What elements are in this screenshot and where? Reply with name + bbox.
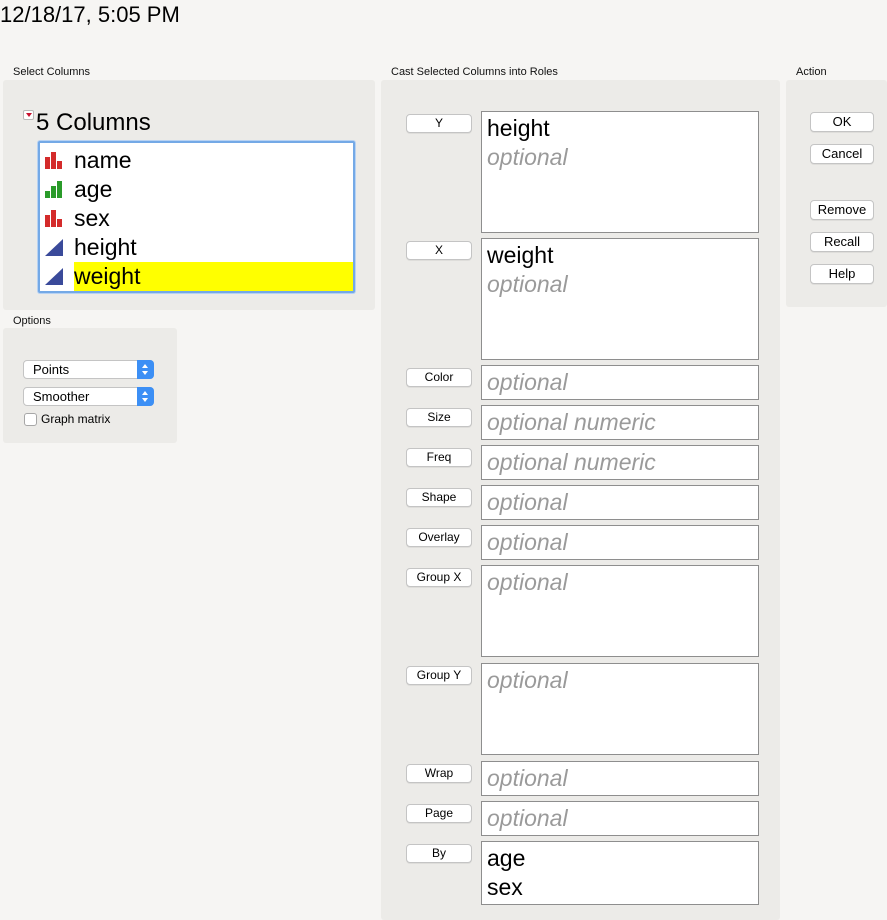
- role-button-page[interactable]: Page: [406, 804, 472, 823]
- role-value: height: [487, 115, 550, 141]
- points-select-value: Points: [33, 362, 70, 377]
- report-timestamp: 12/18/17, 5:05 PM: [0, 2, 180, 27]
- role-value: weight: [487, 242, 554, 268]
- column-name: height: [74, 234, 137, 260]
- role-placeholder: optional: [487, 765, 568, 791]
- role-button-color[interactable]: Color: [406, 368, 472, 387]
- role-button-freq[interactable]: Freq: [406, 448, 472, 467]
- role-box-x[interactable]: weight optional: [481, 238, 759, 360]
- column-name: weight: [74, 263, 141, 289]
- column-name: sex: [74, 205, 110, 231]
- column-item-height[interactable]: height: [40, 233, 353, 262]
- continuous-triangle-icon: [45, 268, 63, 285]
- role-button-x[interactable]: X: [406, 241, 472, 260]
- role-placeholder: optional: [487, 569, 568, 595]
- role-box-overlay[interactable]: optional: [481, 525, 759, 560]
- graph-matrix-label: Graph matrix: [41, 412, 111, 426]
- role-box-color[interactable]: optional: [481, 365, 759, 400]
- role-button-wrap[interactable]: Wrap: [406, 764, 472, 783]
- continuous-triangle-icon: [45, 239, 63, 256]
- role-placeholder: optional: [487, 667, 568, 693]
- role-box-group-y[interactable]: optional: [481, 663, 759, 755]
- role-box-by[interactable]: age sex: [481, 841, 759, 905]
- column-item-age[interactable]: age: [40, 175, 353, 204]
- column-item-name[interactable]: name: [40, 146, 353, 175]
- options-label: Options: [13, 315, 51, 327]
- role-placeholder: optional numeric: [487, 409, 656, 435]
- role-value: sex: [487, 874, 523, 900]
- role-placeholder: optional: [487, 529, 568, 555]
- column-list[interactable]: name age sex height weight: [38, 141, 355, 293]
- role-placeholder: optional: [487, 489, 568, 515]
- ok-button[interactable]: OK: [810, 112, 874, 132]
- role-button-size[interactable]: Size: [406, 408, 472, 427]
- smoother-select[interactable]: Smoother: [23, 387, 154, 406]
- role-box-shape[interactable]: optional: [481, 485, 759, 520]
- role-value: age: [487, 845, 526, 871]
- column-item-weight[interactable]: weight: [40, 262, 353, 291]
- select-columns-label: Select Columns: [13, 66, 91, 78]
- column-name: name: [74, 147, 132, 173]
- points-select[interactable]: Points: [23, 360, 154, 379]
- role-button-group-y[interactable]: Group Y: [406, 666, 472, 685]
- ordinal-bar-icon: [45, 181, 62, 198]
- role-button-by[interactable]: By: [406, 844, 472, 863]
- column-name: age: [74, 176, 113, 202]
- column-item-sex[interactable]: sex: [40, 204, 353, 233]
- nominal-bar-icon: [45, 210, 62, 227]
- popup-arrows-icon: [137, 387, 154, 406]
- disclosure-triangle-icon[interactable]: [23, 110, 34, 120]
- role-placeholder: optional: [487, 144, 568, 170]
- role-box-wrap[interactable]: optional: [481, 761, 759, 796]
- action-label: Action: [796, 66, 827, 78]
- role-button-overlay[interactable]: Overlay: [406, 528, 472, 547]
- role-placeholder: optional: [487, 271, 568, 297]
- role-placeholder: optional: [487, 805, 568, 831]
- popup-arrows-icon: [137, 360, 154, 379]
- role-button-group-x[interactable]: Group X: [406, 568, 472, 587]
- cancel-button[interactable]: Cancel: [810, 144, 874, 164]
- roles-label: Cast Selected Columns into Roles: [391, 66, 558, 78]
- recall-button[interactable]: Recall: [810, 232, 874, 252]
- role-placeholder: optional numeric: [487, 449, 656, 475]
- column-count-label: 5 Columns: [36, 109, 151, 136]
- remove-button[interactable]: Remove: [810, 200, 874, 220]
- role-box-group-x[interactable]: optional: [481, 565, 759, 657]
- role-box-size[interactable]: optional numeric: [481, 405, 759, 440]
- role-box-page[interactable]: optional: [481, 801, 759, 836]
- role-button-shape[interactable]: Shape: [406, 488, 472, 507]
- nominal-bar-icon: [45, 152, 62, 169]
- role-placeholder: optional: [487, 369, 568, 395]
- help-button[interactable]: Help: [810, 264, 874, 284]
- role-button-y[interactable]: Y: [406, 114, 472, 133]
- role-box-y[interactable]: height optional: [481, 111, 759, 233]
- graph-matrix-checkbox[interactable]: [24, 413, 37, 426]
- role-box-freq[interactable]: optional numeric: [481, 445, 759, 480]
- smoother-select-value: Smoother: [33, 389, 90, 404]
